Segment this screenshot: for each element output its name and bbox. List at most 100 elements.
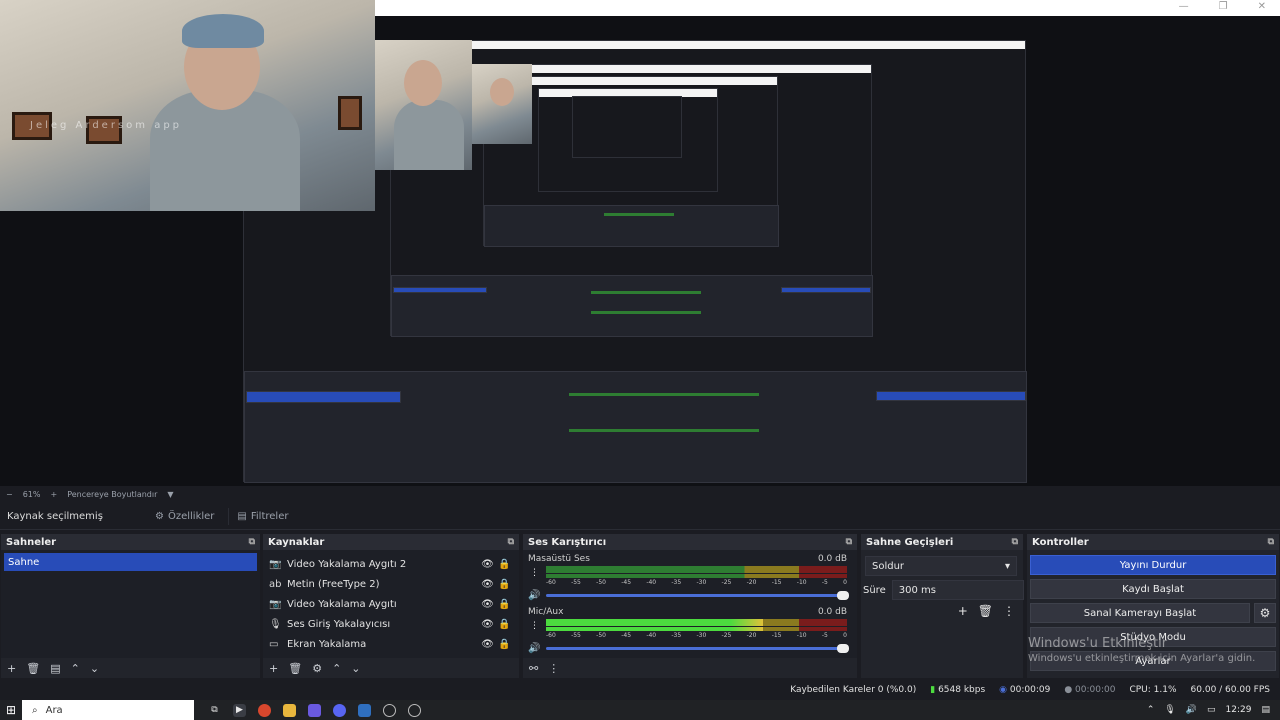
more-icon[interactable]: ⋮ bbox=[1003, 604, 1015, 618]
slider-handle[interactable] bbox=[837, 591, 849, 600]
gear-icon[interactable]: ⚙ bbox=[1254, 603, 1276, 623]
windows-start-icon[interactable]: ⊞ bbox=[0, 703, 22, 717]
slider-handle[interactable] bbox=[837, 644, 849, 653]
clock[interactable]: 12:29 bbox=[1226, 705, 1252, 715]
properties-label: Özellikler bbox=[167, 510, 215, 522]
arrow-down-icon[interactable]: ⌄ bbox=[351, 662, 360, 675]
camera-icon: 📷 bbox=[269, 558, 282, 570]
list-item[interactable]: 📷 Video Yakalama Aygıtı 👁 🔒 bbox=[263, 594, 519, 614]
dock-title: Kontroller ⧉ bbox=[1027, 534, 1279, 550]
search-placeholder: Ara bbox=[45, 704, 63, 716]
list-item[interactable]: ▭ Ekran Yakalama 👁 🔒 bbox=[263, 634, 519, 654]
signal-icon: ▮ bbox=[930, 685, 936, 695]
more-icon[interactable]: ⋮ bbox=[548, 662, 559, 675]
lock-icon[interactable]: 🔒 bbox=[496, 579, 513, 590]
level-meter bbox=[546, 574, 847, 578]
add-icon[interactable]: + bbox=[958, 604, 968, 618]
volume-slider[interactable] bbox=[546, 644, 849, 653]
undock-icon[interactable]: ⧉ bbox=[846, 537, 852, 547]
channel-name: Masaüstü Ses bbox=[528, 554, 590, 564]
zoom-bar: − 61% + Pencereye Boyutlandır ▼ bbox=[0, 486, 1280, 502]
lock-icon[interactable]: 🔒 bbox=[496, 619, 513, 630]
level-meter bbox=[546, 566, 847, 573]
meter-ticks: -60 -55 -50 -45 -40 -35 -30 -25 -20 -15 -10 -5 0 bbox=[546, 579, 847, 586]
eye-icon[interactable]: 👁 bbox=[479, 599, 496, 610]
lock-icon[interactable]: 🔒 bbox=[496, 639, 513, 650]
properties-button[interactable]: ⚙ Özellikler bbox=[147, 508, 222, 525]
webcam-capture-small bbox=[374, 40, 472, 170]
start-virtual-camera-button[interactable]: Sanal Kamerayı Başlat bbox=[1030, 603, 1250, 623]
filters-button[interactable]: ▤ Filtreler bbox=[228, 507, 296, 525]
minimize-icon[interactable]: — bbox=[1179, 1, 1189, 12]
arrow-up-icon[interactable]: ⌃ bbox=[332, 662, 341, 675]
record-time: ● 00:00:00 bbox=[1064, 685, 1116, 695]
list-item[interactable]: 📷 Video Yakalama Aygıtı 2 👁 🔒 bbox=[263, 554, 519, 574]
more-icon[interactable]: ⋮ bbox=[530, 621, 539, 631]
chevron-down-icon[interactable]: ▼ bbox=[167, 490, 173, 499]
trash-icon[interactable]: 🗑 bbox=[26, 662, 40, 675]
lock-icon[interactable]: 🔒 bbox=[496, 559, 513, 570]
zoom-out-button[interactable]: − bbox=[6, 490, 13, 499]
transition-tools: + 🗑 ⋮ bbox=[958, 604, 1015, 618]
eye-icon[interactable]: 👁 bbox=[479, 579, 496, 590]
audio-mixer-dock: Ses Karıştırıcı ⧉ Masaüstü Ses 0.0 dB ⋮ … bbox=[523, 534, 857, 678]
undock-icon[interactable]: ⧉ bbox=[508, 537, 514, 547]
text-icon: ab bbox=[269, 578, 282, 590]
app-icon[interactable] bbox=[358, 703, 371, 717]
file-explorer-icon[interactable] bbox=[283, 703, 296, 717]
chevron-up-icon[interactable]: ⌃ bbox=[1147, 705, 1155, 715]
app-icon[interactable] bbox=[408, 703, 421, 717]
obs-icon[interactable] bbox=[383, 703, 396, 717]
eye-icon[interactable]: 👁 bbox=[479, 619, 496, 630]
status-bar: Kaybedilen Kareler 0 (%0.0) ▮ 6548 kbps … bbox=[0, 681, 1280, 699]
list-item[interactable]: 🎙 Ses Giriş Yakalayıcısı 👁 🔒 bbox=[263, 614, 519, 634]
media-player-icon[interactable]: ▶ bbox=[233, 703, 246, 717]
notification-icon[interactable]: ▤ bbox=[1261, 705, 1270, 715]
gear-icon[interactable]: ⚙ bbox=[312, 662, 322, 675]
fit-to-window-label[interactable]: Pencereye Boyutlandır bbox=[67, 490, 157, 499]
teams-icon[interactable] bbox=[308, 703, 321, 717]
taskbar-search[interactable]: ⌕ Ara bbox=[22, 700, 194, 720]
add-icon[interactable]: + bbox=[269, 662, 278, 675]
start-recording-button[interactable]: Kaydı Başlat bbox=[1030, 579, 1276, 599]
lock-icon[interactable]: 🔒 bbox=[496, 599, 513, 610]
zoom-in-button[interactable]: + bbox=[50, 490, 57, 499]
dock-title-label: Sahne Geçişleri bbox=[866, 536, 954, 548]
arrow-down-icon[interactable]: ⌄ bbox=[90, 662, 99, 675]
link-icon[interactable]: ⚯ bbox=[529, 662, 538, 675]
level-meter bbox=[546, 619, 847, 626]
mic-icon[interactable]: 🎙 bbox=[1164, 705, 1175, 715]
chrome-icon[interactable] bbox=[258, 703, 271, 717]
network-icon[interactable]: ▭ bbox=[1207, 705, 1216, 715]
stop-stream-button[interactable]: Yayını Durdur bbox=[1030, 555, 1276, 575]
close-icon[interactable]: ✕ bbox=[1258, 1, 1266, 12]
bitrate: ▮ 6548 kbps bbox=[930, 685, 986, 695]
preview-canvas[interactable]: Jeleg Ardersom app bbox=[0, 0, 1280, 486]
volume-slider[interactable] bbox=[546, 591, 849, 600]
person-head bbox=[490, 78, 514, 106]
undock-icon[interactable]: ⧉ bbox=[1268, 537, 1274, 547]
dock-title: Sahne Geçişleri ⧉ bbox=[861, 534, 1023, 550]
eye-icon[interactable]: 👁 bbox=[479, 639, 496, 650]
undock-icon[interactable]: ⧉ bbox=[1012, 537, 1018, 547]
undock-icon[interactable]: ⧉ bbox=[249, 537, 255, 547]
list-item[interactable]: ab Metin (FreeType 2) 👁 🔒 bbox=[263, 574, 519, 594]
trash-icon[interactable]: 🗑 bbox=[978, 604, 993, 618]
filter-icon[interactable]: ▤ bbox=[50, 662, 60, 675]
discord-icon[interactable] bbox=[333, 703, 346, 717]
speaker-icon[interactable]: 🔊 bbox=[528, 590, 540, 601]
duration-input[interactable]: 300 ms bbox=[891, 580, 1024, 600]
nested-control-button bbox=[781, 287, 871, 293]
add-icon[interactable]: + bbox=[7, 662, 16, 675]
transition-select[interactable]: Soldur ▾ bbox=[865, 556, 1017, 576]
scene-transitions-dock: Sahne Geçişleri ⧉ Soldur ▾ Süre 300 ms +… bbox=[861, 534, 1024, 678]
speaker-icon[interactable]: 🔊 bbox=[528, 643, 540, 654]
scene-item[interactable]: Sahne bbox=[4, 553, 257, 571]
task-view-icon[interactable]: ⧉ bbox=[208, 704, 221, 717]
eye-icon[interactable]: 👁 bbox=[479, 559, 496, 570]
trash-icon[interactable]: 🗑 bbox=[288, 662, 302, 675]
maximize-icon[interactable]: ❐ bbox=[1219, 1, 1228, 12]
more-icon[interactable]: ⋮ bbox=[530, 568, 539, 578]
arrow-up-icon[interactable]: ⌃ bbox=[71, 662, 80, 675]
volume-icon[interactable]: 🔊 bbox=[1186, 705, 1197, 715]
